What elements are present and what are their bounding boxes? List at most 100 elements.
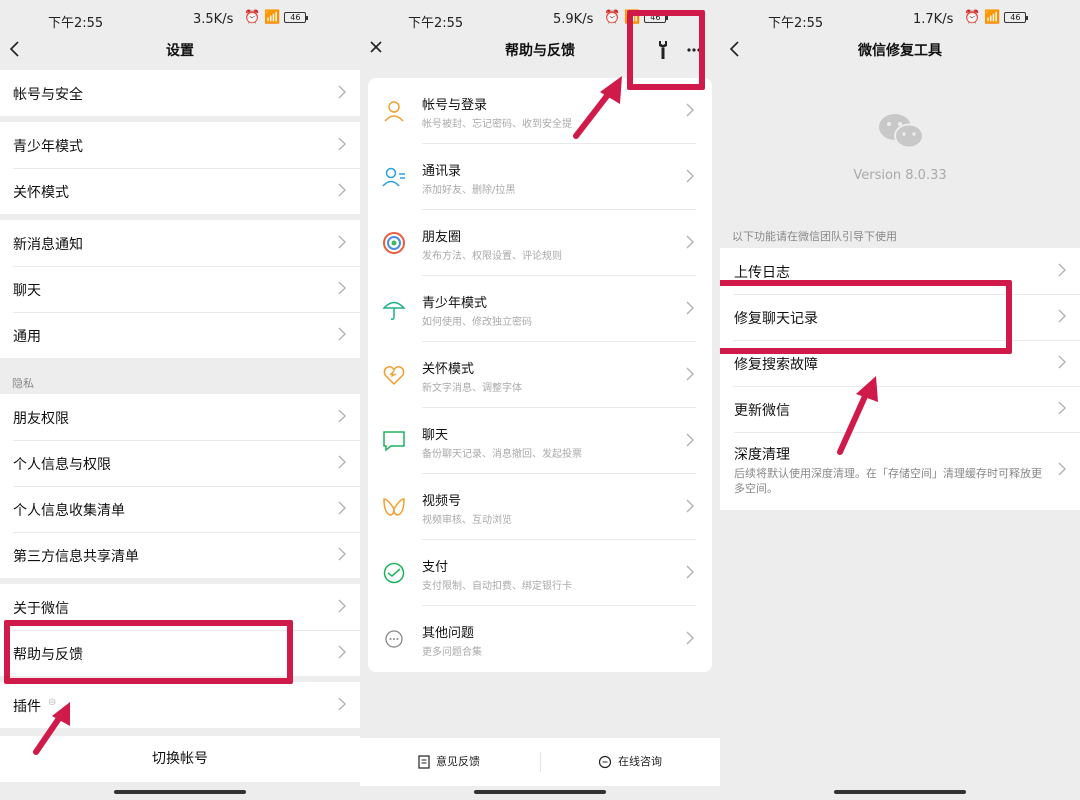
deep-clean-description: 后续将默认使用深度清理。在「存储空间」清理缓存时可释放更多空间。 <box>734 467 1042 495</box>
chevron-right-icon <box>686 367 694 381</box>
network-speed: 1.7K/s <box>913 12 954 27</box>
chevron-right-icon <box>686 301 694 315</box>
help-item-title: 通讯录 <box>422 164 462 179</box>
repair-item-label: 深度清理 <box>734 447 790 463</box>
help-item-subtitle: 发布方法、权限设置、评论规则 <box>422 251 562 262</box>
settings-item-label: 个人信息收集清单 <box>13 503 125 519</box>
battery-icon: 46 <box>284 12 309 23</box>
settings-item-personal-info[interactable]: 个人信息与权限 <box>0 440 360 486</box>
settings-item-label: 朋友权限 <box>13 411 69 427</box>
wechat-logo-icon <box>879 114 924 149</box>
help-item-subtitle: 如何使用、修改独立密码 <box>422 317 532 328</box>
chevron-right-icon <box>338 455 346 469</box>
chevron-right-icon <box>686 499 694 513</box>
chevron-right-icon <box>338 235 346 249</box>
help-item-moments[interactable]: 朋友圈 发布方法、权限设置、评论规则 <box>368 210 712 276</box>
chevron-right-icon <box>1058 263 1066 277</box>
settings-group-general: 新消息通知 聊天 通用 <box>0 220 360 358</box>
help-item-other[interactable]: 其他问题 更多问题合集 <box>368 606 712 672</box>
settings-item-account-security[interactable]: 帐号与安全 <box>0 70 360 116</box>
moments-icon <box>383 232 405 254</box>
chevron-right-icon <box>686 169 694 183</box>
repair-item-label: 修复搜索故障 <box>734 357 818 373</box>
online-consult-label: 在线咨询 <box>618 755 662 768</box>
chevron-right-icon <box>1058 309 1066 323</box>
repair-hint-text: 以下功能请在微信团队引导下使用 <box>732 230 897 243</box>
settings-item-notifications[interactable]: 新消息通知 <box>0 220 360 266</box>
chevron-right-icon <box>686 565 694 579</box>
status-time: 下午2:55 <box>408 16 464 31</box>
settings-group-modes: 青少年模式 关怀模式 <box>0 122 360 214</box>
version-text: Version 8.0.33 <box>853 168 947 183</box>
settings-item-label: 聊天 <box>13 283 41 299</box>
help-item-title: 青少年模式 <box>422 296 488 311</box>
help-item-chat[interactable]: 聊天 备份聊天记录、消息撤回、发起投票 <box>368 408 712 474</box>
chevron-right-icon <box>686 433 694 447</box>
chevron-right-icon <box>1058 401 1066 415</box>
chevron-right-icon <box>686 103 694 117</box>
alarm-icon: ⏰ <box>964 10 981 25</box>
help-item-payment[interactable]: 支付 支付限制、自动扣费、绑定银行卡 <box>368 540 712 606</box>
repair-item-deep-clean[interactable]: 深度清理 后续将默认使用深度清理。在「存储空间」清理缓存时可释放更多空间。 <box>720 432 1080 510</box>
chat-bubble-icon <box>383 431 405 452</box>
alarm-icon: ⏰ <box>244 10 261 25</box>
status-icons: ⏰ 📶 46 <box>964 10 1029 25</box>
settings-item-label: 关怀模式 <box>13 185 69 201</box>
chevron-right-icon <box>1058 462 1066 476</box>
settings-item-general[interactable]: 通用 <box>0 312 360 358</box>
settings-item-chat[interactable]: 聊天 <box>0 266 360 312</box>
settings-item-info-collection[interactable]: 个人信息收集清单 <box>0 486 360 532</box>
help-item-channels[interactable]: 视频号 视频审核、互动浏览 <box>368 474 712 540</box>
help-item-subtitle: 添加好友、删除/拉黑 <box>422 185 516 196</box>
network-speed: 3.5K/s <box>193 12 234 27</box>
settings-item-label: 青少年模式 <box>13 139 83 155</box>
highlight-box-fix-chat <box>720 280 1012 354</box>
settings-item-third-party-sharing[interactable]: 第三方信息共享清单 <box>0 532 360 578</box>
online-consult-button[interactable]: 在线咨询 <box>598 738 662 786</box>
help-item-contacts[interactable]: 通讯录 添加好友、删除/拉黑 <box>368 144 712 210</box>
chevron-right-icon <box>338 409 346 423</box>
chevron-right-icon <box>338 137 346 151</box>
chevron-right-icon <box>338 327 346 341</box>
settings-item-teen-mode[interactable]: 青少年模式 <box>0 122 360 168</box>
help-item-title: 视频号 <box>422 494 462 509</box>
settings-item-care-mode[interactable]: 关怀模式 <box>0 168 360 214</box>
chevron-right-icon <box>338 547 346 561</box>
help-item-teen-mode[interactable]: 青少年模式 如何使用、修改独立密码 <box>368 276 712 342</box>
feedback-button[interactable]: 意见反馈 <box>418 738 480 786</box>
chevron-right-icon <box>1058 355 1066 369</box>
nav-bar: 设置 <box>0 36 360 64</box>
settings-item-friend-permissions[interactable]: 朋友权限 <box>0 394 360 440</box>
repair-item-update-wechat[interactable]: 更新微信 <box>720 386 1080 432</box>
chevron-right-icon <box>338 645 346 659</box>
status-time: 下午2:55 <box>768 16 824 31</box>
help-topics-card: 帐号与登录 帐号被封、忘记密码、收到安全提 通讯录 添加好友、删除/拉黑 朋友圈… <box>368 78 712 672</box>
status-bar: 下午2:55 3.5K/s ⏰ 📶 46 <box>0 0 360 36</box>
highlight-box-wrench <box>627 10 705 90</box>
chevron-right-icon <box>338 599 346 613</box>
person-icon <box>384 101 404 122</box>
status-bar: 下午2:55 1.7K/s ⏰ 📶 46 <box>720 0 1080 36</box>
page-title: 微信修复工具 <box>858 43 942 59</box>
chevron-right-icon <box>338 183 346 197</box>
privacy-section-label: 隐私 <box>12 377 34 390</box>
settings-item-label: 个人信息与权限 <box>13 457 111 473</box>
annotation-arrow <box>573 76 622 139</box>
help-item-title: 朋友圈 <box>422 230 462 245</box>
care-heart-icon <box>383 366 405 386</box>
help-item-care-mode[interactable]: 关怀模式 新文字消息、调整字体 <box>368 342 712 408</box>
chevron-right-icon <box>338 697 346 711</box>
annotation-arrow <box>33 702 70 755</box>
settings-item-label: 关于微信 <box>13 601 69 617</box>
home-indicator <box>114 790 246 794</box>
document-icon <box>418 755 430 769</box>
channels-icon <box>383 498 405 516</box>
repair-tool-screen: 下午2:55 1.7K/s ⏰ 📶 46 微信修复工具 Version 8.0.… <box>720 0 1080 800</box>
page-title: 设置 <box>166 43 194 59</box>
settings-item-label: 新消息通知 <box>13 237 83 253</box>
divider <box>540 752 541 772</box>
settings-group-privacy: 朋友权限 个人信息与权限 个人信息收集清单 第三方信息共享清单 <box>0 394 360 578</box>
settings-item-label: 第三方信息共享清单 <box>13 549 139 565</box>
home-indicator <box>834 790 966 794</box>
nav-bar: 微信修复工具 <box>720 36 1080 64</box>
